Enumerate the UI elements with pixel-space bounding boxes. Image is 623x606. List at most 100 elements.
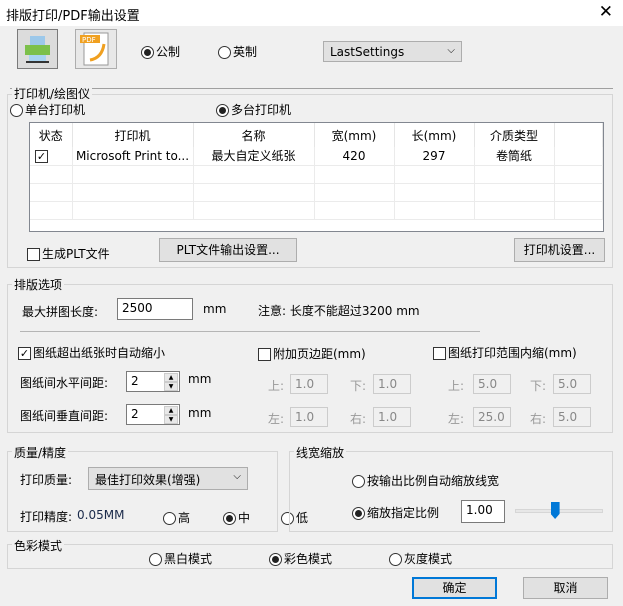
chevron-down-icon: ⌵ — [233, 471, 241, 482]
max-length-label: 最大拼图长度: — [22, 305, 99, 319]
unit-label: mm — [203, 302, 227, 316]
radio-icon — [216, 104, 229, 117]
spin-up-icon[interactable]: ▲ — [164, 406, 178, 415]
margin-right-label: 右: — [350, 412, 367, 426]
unit-metric-radio[interactable]: 公制 — [141, 43, 180, 60]
multi-printer-radio[interactable]: 多台打印机 — [216, 101, 291, 118]
auto-scale-radio[interactable]: 按输出比例自动缩放线宽 — [352, 472, 499, 489]
radio-icon — [149, 553, 162, 566]
radio-label: 缩放指定比例 — [367, 506, 440, 520]
row-checkbox[interactable]: ✓ — [35, 149, 48, 163]
column-header: 介质类型 — [474, 123, 555, 147]
extra-margin-checkbox[interactable]: 附加页边距(mm) — [258, 345, 366, 362]
inner-right-input[interactable]: 5.0 — [553, 407, 591, 427]
preset-select[interactable]: LastSettings ⌵ — [323, 41, 462, 62]
length-note: 注意: 长度不能超过3200 mm — [258, 304, 420, 318]
generate-plt-checkbox[interactable]: 生成PLT文件 — [27, 245, 110, 262]
column-header: 宽(mm) — [314, 123, 395, 147]
chevron-down-icon: ⌵ — [447, 45, 455, 56]
margin-bottom-input[interactable]: 1.0 — [373, 374, 411, 394]
max-length-input[interactable]: 2500 — [117, 298, 193, 320]
precision-mid-radio[interactable]: 中 — [223, 509, 250, 526]
inner-left-input[interactable]: 25.0 — [473, 407, 511, 427]
margin-left-label: 左: — [268, 412, 285, 426]
margin-top-input[interactable]: 1.0 — [290, 374, 328, 394]
checkbox-label: 图纸打印范围内缩(mm) — [448, 346, 577, 360]
unit-label: mm — [188, 372, 212, 386]
table-row[interactable]: ✓ Microsoft Print to... 最大自定义纸张 420 297 … — [30, 147, 603, 166]
radio-icon — [163, 512, 176, 525]
linewidth-group — [289, 451, 613, 532]
quality-value: 最佳打印效果(增强) — [95, 473, 201, 487]
checkbox-label: 附加页边距(mm) — [273, 347, 366, 361]
window-title: 排版打印/PDF输出设置 — [6, 9, 140, 24]
checkbox-icon — [27, 248, 40, 261]
margin-top-label: 上: — [268, 379, 285, 393]
inner-top-label: 上: — [448, 379, 465, 393]
precision-value: 0.05MM — [77, 508, 125, 522]
precision-label: 打印精度: — [20, 510, 73, 524]
radio-label: 公制 — [156, 45, 181, 59]
inner-bottom-input[interactable]: 5.0 — [553, 374, 591, 394]
inner-shrink-checkbox[interactable]: 图纸打印范围内缩(mm) — [433, 344, 577, 361]
spin-down-icon[interactable]: ▼ — [164, 415, 178, 424]
plt-settings-button[interactable]: PLT文件输出设置... — [159, 238, 297, 262]
spinner-value: 2 — [131, 374, 139, 388]
inner-bottom-label: 下: — [530, 379, 547, 393]
radio-label: 中 — [238, 511, 251, 525]
color-mode-radio[interactable]: 彩色模式 — [269, 550, 332, 567]
scale-input[interactable]: 1.00 — [461, 500, 505, 523]
printer-icon — [25, 36, 50, 63]
preset-value: LastSettings — [330, 45, 405, 59]
unit-imperial-radio[interactable]: 英制 — [218, 43, 257, 60]
printer-mode-button[interactable] — [17, 29, 58, 69]
media-cell: 卷筒纸 — [474, 147, 555, 166]
margin-left-input[interactable]: 1.0 — [290, 407, 328, 427]
pdf-mode-button[interactable]: PDF — [75, 29, 117, 69]
radio-icon — [141, 46, 154, 59]
quality-group-title: 质量/精度 — [12, 444, 69, 461]
v-gap-spinner[interactable]: 2 ▲ ▼ — [126, 404, 180, 425]
checkbox-icon: ✓ — [18, 347, 31, 360]
layout-group-title: 排版选项 — [12, 276, 65, 293]
spin-up-icon[interactable]: ▲ — [164, 373, 178, 382]
length-cell: 297 — [394, 147, 475, 166]
printer-settings-button[interactable]: 打印机设置... — [514, 238, 605, 262]
checkbox-icon — [433, 347, 446, 360]
color-group-title: 色彩模式 — [12, 537, 65, 554]
width-cell: 420 — [314, 147, 395, 166]
precision-high-radio[interactable]: 高 — [163, 509, 190, 526]
cancel-button[interactable]: 取消 — [523, 577, 608, 599]
printer-table: 状态 打印机 名称 宽(mm) 长(mm) 介质类型 ✓ Microsoft P… — [29, 122, 604, 232]
radio-label: 高 — [178, 511, 191, 525]
inner-right-label: 右: — [530, 412, 547, 426]
ok-button[interactable]: 确定 — [412, 577, 497, 599]
fixed-scale-radio[interactable]: 缩放指定比例 — [352, 504, 439, 521]
radio-label: 多台打印机 — [231, 103, 292, 117]
radio-label: 按输出比例自动缩放线宽 — [367, 474, 500, 488]
column-header: 状态 — [30, 123, 73, 147]
name-cell: 最大自定义纸张 — [193, 147, 315, 166]
inner-top-input[interactable]: 5.0 — [473, 374, 511, 394]
margin-right-input[interactable]: 1.0 — [373, 407, 411, 427]
close-icon[interactable]: ✕ — [599, 2, 613, 22]
bw-mode-radio[interactable]: 黑白模式 — [149, 550, 212, 567]
single-printer-radio[interactable]: 单台打印机 — [10, 101, 85, 118]
radio-icon — [10, 104, 23, 117]
checkbox-icon — [258, 348, 271, 361]
spin-down-icon[interactable]: ▼ — [164, 382, 178, 391]
v-gap-label: 图纸间垂直间距: — [20, 409, 109, 423]
divider — [20, 331, 480, 332]
h-gap-spinner[interactable]: 2 ▲ ▼ — [126, 371, 180, 392]
divider — [10, 88, 613, 89]
radio-label: 单台打印机 — [25, 103, 86, 117]
printer-group-title: 打印机/绘图仪 — [12, 85, 93, 102]
pdf-label: PDF — [82, 36, 96, 44]
auto-shrink-checkbox[interactable]: ✓ 图纸超出纸张时自动缩小 — [18, 344, 165, 361]
radio-icon — [389, 553, 402, 566]
printer-cell: Microsoft Print to... — [72, 147, 194, 166]
gray-mode-radio[interactable]: 灰度模式 — [389, 550, 452, 567]
radio-icon — [218, 46, 231, 59]
radio-label: 灰度模式 — [404, 552, 453, 566]
quality-select[interactable]: 最佳打印效果(增强) ⌵ — [88, 467, 248, 490]
